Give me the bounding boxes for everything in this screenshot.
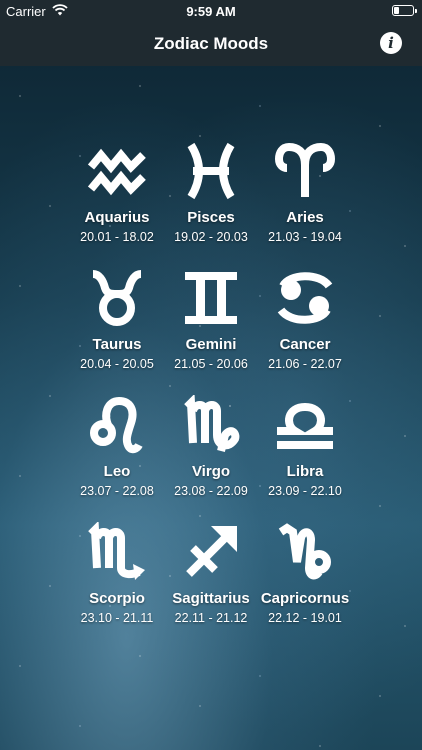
zodiac-name: Pisces — [187, 209, 235, 226]
zodiac-item-sagittarius[interactable]: Sagittarius 22.11 - 21.12 — [164, 519, 258, 646]
zodiac-item-aries[interactable]: Aries 21.03 - 19.04 — [258, 138, 352, 265]
zodiac-item-cancer[interactable]: Cancer 21.06 - 22.07 — [258, 265, 352, 392]
zodiac-name: Cancer — [279, 336, 331, 353]
zodiac-dates: 22.12 - 19.01 — [268, 611, 342, 625]
zodiac-dates: 23.10 - 21.11 — [80, 611, 154, 625]
zodiac-name: Scorpio — [89, 590, 145, 607]
capricorn-icon — [272, 519, 338, 585]
zodiac-name: Gemini — [185, 336, 237, 353]
zodiac-item-gemini[interactable]: Gemini 21.05 - 20.06 — [164, 265, 258, 392]
status-bar: Carrier 9:59 AM — [0, 0, 422, 22]
status-time: 9:59 AM — [186, 4, 236, 19]
virgo-icon — [178, 392, 244, 458]
page-title: Zodiac Moods — [153, 34, 269, 53]
battery-level-fill — [394, 7, 399, 14]
zodiac-name: Aries — [286, 209, 324, 226]
scorpio-icon — [84, 519, 150, 585]
zodiac-item-taurus[interactable]: Taurus 20.04 - 20.05 — [70, 265, 164, 392]
zodiac-name: Libra — [286, 463, 324, 480]
zodiac-name: Aquarius — [84, 209, 150, 226]
cancer-icon — [272, 265, 338, 331]
zodiac-dates: 23.08 - 22.09 — [174, 484, 248, 498]
zodiac-item-aquarius[interactable]: Aquarius 20.01 - 18.02 — [70, 138, 164, 265]
zodiac-name: Capricornus — [260, 590, 350, 607]
battery-icon — [392, 5, 417, 16]
zodiac-name: Taurus — [92, 336, 142, 353]
app-screen: Carrier 9:59 AM Zodiac Moods i Aquarius … — [0, 0, 422, 750]
zodiac-dates: 23.09 - 22.10 — [268, 484, 342, 498]
aries-icon — [272, 138, 338, 204]
info-icon[interactable]: i — [380, 32, 402, 54]
gemini-icon — [178, 265, 244, 331]
sagittarius-icon — [178, 519, 244, 585]
zodiac-dates: 20.04 - 20.05 — [80, 357, 154, 371]
zodiac-name: Leo — [103, 463, 131, 480]
libra-icon — [272, 392, 338, 458]
zodiac-name: Virgo — [191, 463, 231, 480]
zodiac-item-capricorn[interactable]: Capricornus 22.12 - 19.01 — [258, 519, 352, 646]
leo-icon — [84, 392, 150, 458]
aquarius-icon — [84, 138, 150, 204]
zodiac-dates: 21.06 - 22.07 — [268, 357, 342, 371]
zodiac-grid: Aquarius 20.01 - 18.02 Pisces 19.02 - 20… — [70, 138, 352, 646]
zodiac-dates: 19.02 - 20.03 — [174, 230, 248, 244]
zodiac-name: Sagittarius — [172, 590, 250, 607]
zodiac-dates: 20.01 - 18.02 — [80, 230, 154, 244]
zodiac-item-virgo[interactable]: Virgo 23.08 - 22.09 — [164, 392, 258, 519]
zodiac-item-scorpio[interactable]: Scorpio 23.10 - 21.11 — [70, 519, 164, 646]
zodiac-dates: 22.11 - 21.12 — [174, 611, 248, 625]
zodiac-dates: 21.03 - 19.04 — [268, 230, 342, 244]
zodiac-item-libra[interactable]: Libra 23.09 - 22.10 — [258, 392, 352, 519]
zodiac-item-pisces[interactable]: Pisces 19.02 - 20.03 — [164, 138, 258, 265]
taurus-icon — [84, 265, 150, 331]
zodiac-item-leo[interactable]: Leo 23.07 - 22.08 — [70, 392, 164, 519]
zodiac-dates: 23.07 - 22.08 — [80, 484, 154, 498]
zodiac-dates: 21.05 - 20.06 — [174, 357, 248, 371]
navigation-bar: Zodiac Moods i — [0, 22, 422, 66]
pisces-icon — [178, 138, 244, 204]
